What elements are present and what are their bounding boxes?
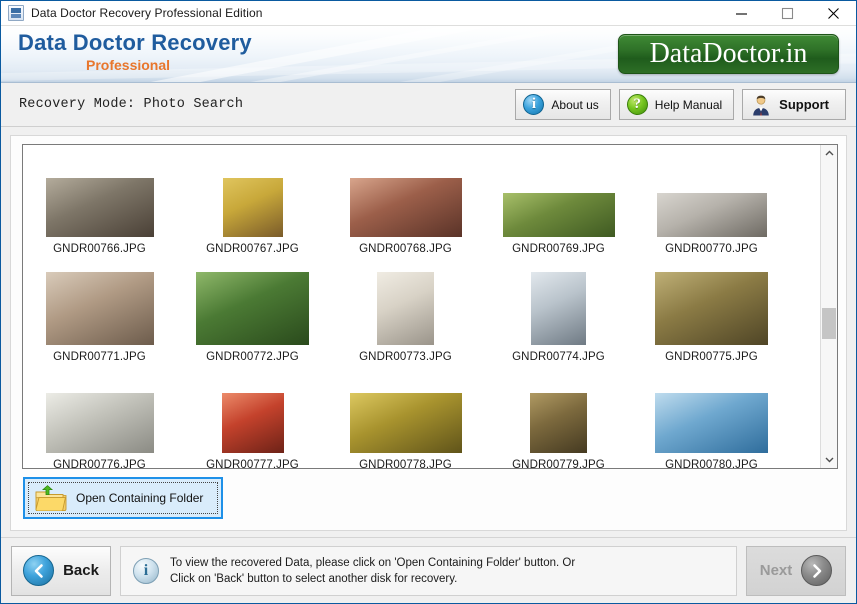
chevron-down-icon[interactable] <box>821 451 837 468</box>
question-icon: ? <box>626 94 648 115</box>
file-item[interactable]: GNDR00767.JPG <box>176 149 329 257</box>
file-item[interactable]: GNDR00766.JPG <box>23 149 176 257</box>
file-grid-row: GNDR00771.JPG GNDR00772.JPG GNDR00773.JPG G… <box>23 257 820 365</box>
file-name-label: GNDR00770.JPG <box>665 243 758 255</box>
file-item[interactable]: GNDR00768.JPG <box>329 149 482 257</box>
file-thumbnail[interactable] <box>377 272 434 345</box>
brand-subtitle: Professional <box>86 57 171 73</box>
content-panel: GNDR00766.JPG GNDR00767.JPG GNDR00768.JPG G… <box>10 135 847 531</box>
back-label: Back <box>63 562 99 579</box>
open-folder-focus-ring: Open Containing Folder <box>28 482 218 514</box>
toolbar: i About us ? Help Manual Support <box>515 89 846 120</box>
file-grid-row: GNDR00766.JPG GNDR00767.JPG GNDR00768.JPG G… <box>23 149 820 257</box>
file-name-label: GNDR00774.JPG <box>512 351 605 363</box>
scrollbar-thumb[interactable] <box>822 308 836 339</box>
file-name-label: GNDR00772.JPG <box>206 351 299 363</box>
file-name-label: GNDR00778.JPG <box>359 459 452 469</box>
file-name-label: GNDR00767.JPG <box>206 243 299 255</box>
file-thumbnail[interactable] <box>221 393 284 453</box>
info-icon: i <box>523 94 545 115</box>
file-name-label: GNDR00776.JPG <box>53 459 146 469</box>
vertical-scrollbar[interactable] <box>820 145 837 468</box>
minimize-icon[interactable] <box>718 1 764 26</box>
open-containing-folder-button[interactable]: Open Containing Folder <box>23 477 223 519</box>
file-grid-row: GNDR00776.JPG GNDR00777.JPG GNDR00778.JPG G… <box>23 365 820 469</box>
file-item[interactable]: GNDR00770.JPG <box>635 149 788 257</box>
file-name-label: GNDR00769.JPG <box>512 243 605 255</box>
window-controls <box>718 1 856 26</box>
brand-title: Data Doctor Recovery <box>18 30 252 55</box>
chevron-up-icon[interactable] <box>821 145 837 162</box>
file-item[interactable]: GNDR00773.JPG <box>329 257 482 365</box>
file-name-label: GNDR00771.JPG <box>53 351 146 363</box>
file-thumbnail[interactable] <box>531 272 586 345</box>
help-manual-label: Help Manual <box>654 97 723 112</box>
file-name-label: GNDR00779.JPG <box>512 459 605 469</box>
file-grid-container: GNDR00766.JPG GNDR00767.JPG GNDR00768.JPG G… <box>22 144 838 469</box>
file-item[interactable]: GNDR00774.JPG <box>482 257 635 365</box>
file-name-label: GNDR00766.JPG <box>53 243 146 255</box>
file-thumbnail[interactable] <box>222 178 283 237</box>
application-window: Data Doctor Recovery Professional Editio… <box>0 0 857 604</box>
person-icon <box>753 95 769 115</box>
window-title: Data Doctor Recovery Professional Editio… <box>31 6 263 20</box>
info-message-box: i To view the recovered Data, please cli… <box>120 545 737 596</box>
file-thumbnail[interactable] <box>349 178 462 237</box>
file-item[interactable]: GNDR00780.JPG <box>635 365 788 469</box>
datadoctor-logo[interactable]: DataDoctor.in <box>618 34 839 74</box>
file-item[interactable]: GNDR00775.JPG <box>635 257 788 365</box>
file-name-label: GNDR00768.JPG <box>359 243 452 255</box>
file-thumbnail[interactable] <box>655 393 768 453</box>
info-line-2: Click on 'Back' button to select another… <box>170 572 458 585</box>
logo-text: DataDoctor.in <box>649 38 808 69</box>
chevron-right-icon <box>801 555 833 586</box>
file-name-label: GNDR00775.JPG <box>665 351 758 363</box>
file-name-label: GNDR00777.JPG <box>206 459 299 469</box>
info-message-text: To view the recovered Data, please click… <box>170 555 575 587</box>
file-item[interactable]: GNDR00776.JPG <box>23 365 176 469</box>
about-us-label: About us <box>551 97 599 112</box>
maximize-icon[interactable] <box>764 1 810 26</box>
info-line-1: To view the recovered Data, please click… <box>170 556 576 569</box>
title-bar: Data Doctor Recovery Professional Editio… <box>1 1 856 26</box>
file-item[interactable]: GNDR00777.JPG <box>176 365 329 469</box>
about-us-button[interactable]: i About us <box>515 89 611 120</box>
file-thumbnail[interactable] <box>196 272 309 345</box>
file-grid[interactable]: GNDR00766.JPG GNDR00767.JPG GNDR00768.JPG G… <box>23 145 820 468</box>
next-button[interactable]: Next <box>746 545 846 596</box>
file-thumbnail[interactable] <box>45 178 154 237</box>
file-thumbnail[interactable] <box>45 272 154 345</box>
file-thumbnail[interactable] <box>530 393 587 453</box>
back-button[interactable]: Back <box>11 545 111 596</box>
close-icon[interactable] <box>810 1 856 26</box>
file-thumbnail[interactable] <box>502 193 615 237</box>
support-button[interactable]: Support <box>742 89 846 120</box>
help-manual-button[interactable]: ? Help Manual <box>618 89 735 120</box>
footer-bar: Back i To view the recovered Data, pleas… <box>1 537 856 603</box>
recovery-mode-bar: Recovery Mode: Photo Search i About us ?… <box>1 83 856 127</box>
next-label: Next <box>759 562 793 579</box>
file-name-label: GNDR00780.JPG <box>665 459 758 469</box>
support-label: Support <box>779 97 829 112</box>
file-thumbnail[interactable] <box>45 393 154 453</box>
chevron-left-icon <box>23 555 55 586</box>
brand-header: Data Doctor Recovery Professional DataDo… <box>1 26 856 83</box>
file-thumbnail[interactable] <box>349 393 462 453</box>
file-thumbnail[interactable] <box>655 272 768 345</box>
file-item[interactable]: GNDR00769.JPG <box>482 149 635 257</box>
folder-upload-icon <box>35 485 67 511</box>
file-item[interactable]: GNDR00771.JPG <box>23 257 176 365</box>
file-item[interactable]: GNDR00778.JPG <box>329 365 482 469</box>
file-item[interactable]: GNDR00779.JPG <box>482 365 635 469</box>
info-icon: i <box>133 557 159 584</box>
open-folder-label: Open Containing Folder <box>76 491 204 505</box>
app-icon <box>8 5 24 21</box>
file-thumbnail[interactable] <box>656 193 767 237</box>
recovery-mode-label: Recovery Mode: Photo Search <box>19 97 244 112</box>
file-item[interactable]: GNDR00772.JPG <box>176 257 329 365</box>
file-name-label: GNDR00773.JPG <box>359 351 452 363</box>
